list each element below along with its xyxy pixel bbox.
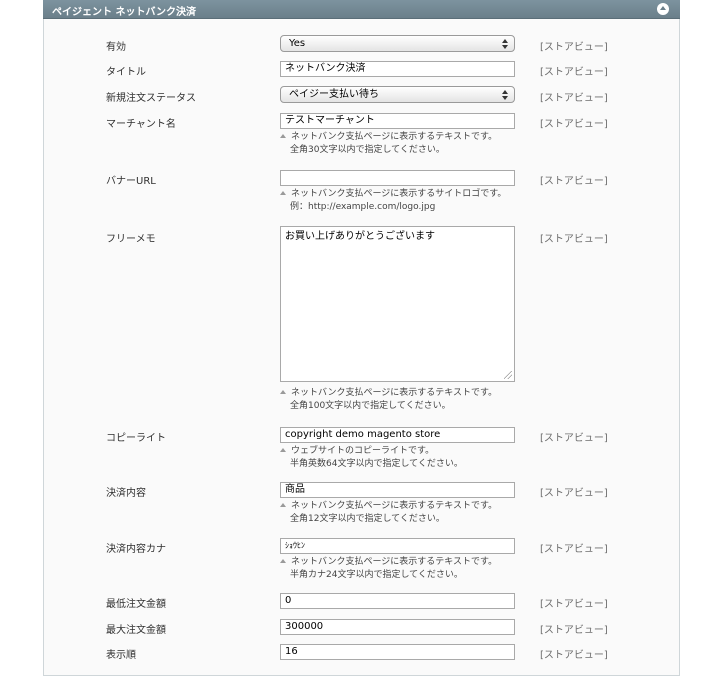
label-free-memo: フリーメモ — [106, 234, 156, 245]
scope-label: [ストアビュー] — [540, 433, 608, 444]
free-memo-textarea[interactable]: お買い上げありがとうございます — [280, 226, 515, 382]
merchant-name-note: ネットバンク支払ページに表示するテキストです。 全角30文字以内で指定してくださ… — [280, 131, 497, 157]
payment-detail-kana-input[interactable]: ｼｮｳﾋﾝ — [280, 538, 515, 554]
enabled-select[interactable]: Yes — [280, 35, 515, 52]
label-payment-detail-kana: 決済内容カナ — [106, 544, 166, 555]
free-memo-note: ネットバンク支払ページに表示するテキストです。 全角100文字以内で指定してくだ… — [280, 387, 497, 413]
scope-label: [ストアビュー] — [540, 544, 608, 555]
section-header[interactable]: ペイジェント ネットバンク決済 — [43, 0, 680, 19]
sort-order-input[interactable]: 16 — [280, 644, 515, 660]
payment-detail-input[interactable]: 商品 — [280, 482, 515, 498]
enabled-select-value: Yes — [289, 38, 306, 49]
new-order-status-value: ペイジー支払い待ち — [289, 89, 379, 100]
select-arrows-icon — [502, 39, 508, 49]
note-marker-icon — [280, 503, 286, 507]
note-marker-icon — [280, 191, 286, 195]
section-title: ペイジェント ネットバンク決済 — [52, 7, 196, 18]
title-input[interactable]: ネットバンク決済 — [280, 61, 515, 77]
scope-label: [ストアビュー] — [540, 93, 608, 104]
label-sort-order: 表示順 — [106, 650, 136, 661]
label-banner-url: バナーURL — [106, 176, 156, 187]
banner-url-note: ネットバンク支払ページに表示するサイトロゴです。 例：http://exampl… — [280, 188, 506, 214]
payment-detail-note: ネットバンク支払ページに表示するテキストです。 全角12文字以内で指定してくださ… — [280, 500, 497, 526]
max-order-total-input[interactable]: 300000 — [280, 619, 515, 635]
merchant-name-input[interactable]: テストマーチャント — [280, 113, 515, 129]
scope-label: [ストアビュー] — [540, 650, 608, 661]
note-marker-icon — [280, 134, 286, 138]
scope-label: [ストアビュー] — [540, 625, 608, 636]
note-marker-icon — [280, 390, 286, 394]
label-new-order-status: 新規注文ステータス — [106, 93, 196, 104]
label-payment-detail: 決済内容 — [106, 488, 146, 499]
copyright-input[interactable]: copyright demo magento store — [280, 427, 515, 443]
scope-label: [ストアビュー] — [540, 488, 608, 499]
label-title: タイトル — [106, 67, 146, 78]
free-memo-text: お買い上げありがとうございます — [285, 231, 435, 242]
scope-label: [ストアビュー] — [540, 176, 608, 187]
copyright-note: ウェブサイトのコピーライトです。 半角英数64文字以内で指定してください。 — [280, 445, 463, 471]
payment-detail-kana-note: ネットバンク支払ページに表示するテキストです。 半角カナ24文字以内で指定してく… — [280, 556, 497, 582]
banner-url-input[interactable] — [280, 170, 515, 186]
paygent-netbank-section: ペイジェント ネットバンク決済 有効 Yes [ストアビュー] タイトル ネット… — [43, 0, 680, 676]
scope-label: [ストアビュー] — [540, 67, 608, 78]
select-arrows-icon — [502, 90, 508, 100]
scope-label: [ストアビュー] — [540, 234, 608, 245]
scope-label: [ストアビュー] — [540, 119, 608, 130]
resize-grip-icon[interactable] — [504, 371, 512, 379]
label-min-order-total: 最低注文金額 — [106, 599, 166, 610]
new-order-status-select[interactable]: ペイジー支払い待ち — [280, 86, 515, 103]
label-enabled: 有効 — [106, 42, 126, 53]
note-marker-icon — [280, 448, 286, 452]
label-merchant-name: マーチャント名 — [106, 119, 176, 130]
note-marker-icon — [280, 559, 286, 563]
scope-label: [ストアビュー] — [540, 42, 608, 53]
label-copyright: コピーライト — [106, 433, 166, 444]
scope-label: [ストアビュー] — [540, 599, 608, 610]
collapse-icon[interactable] — [657, 3, 669, 15]
label-max-order-total: 最大注文金額 — [106, 625, 166, 636]
min-order-total-input[interactable]: 0 — [280, 593, 515, 609]
